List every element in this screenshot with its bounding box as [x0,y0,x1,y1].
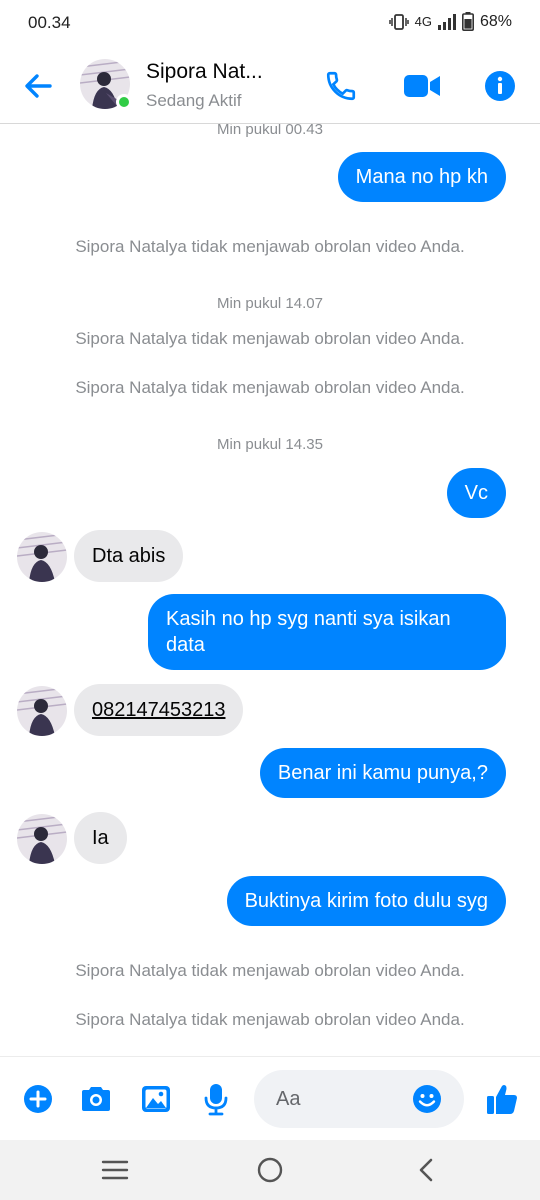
video-call-button[interactable] [402,66,442,106]
status-bar: 00.34 4G 68% [0,0,540,46]
sent-message[interactable]: Benar ini kamu punya,? [259,748,506,798]
timestamp: Min pukul 14.35 [217,436,323,453]
plus-icon [24,1085,52,1113]
thumbs-up-icon [487,1085,517,1114]
vibrate-icon [388,13,409,30]
phone-icon [326,71,356,101]
battery-icon [461,12,474,31]
contact-avatar-small[interactable] [17,814,67,864]
message-input-container[interactable] [254,1070,464,1128]
emoji-icon [413,1085,441,1113]
home-button[interactable] [254,1154,286,1186]
gallery-button[interactable] [138,1081,174,1117]
battery-level: 68% [479,12,512,30]
online-indicator [116,94,132,110]
back-icon [419,1158,433,1182]
recent-apps-button[interactable] [99,1154,131,1186]
voice-call-button[interactable] [321,66,361,106]
missed-video-call-notice: Sipora Natalya tidak menjawab obrolan vi… [75,1010,465,1029]
contact-avatar-small[interactable] [17,686,67,736]
message-list[interactable]: Min pukul 00.43 Mana no hp kh Sipora Nat… [0,124,540,1056]
signal-icon [437,13,456,30]
sent-message[interactable]: Kasih no hp syg nanti sya isikan data [148,594,506,670]
emoji-button[interactable] [412,1084,442,1114]
system-back-button[interactable] [410,1154,442,1186]
more-actions-button[interactable] [20,1081,56,1117]
message-composer [0,1056,540,1140]
video-camera-icon [404,75,440,97]
back-button[interactable] [20,68,56,104]
info-icon [485,71,515,101]
camera-button[interactable] [78,1081,114,1117]
system-navigation-bar [0,1140,540,1200]
status-time: 00.34 [28,13,71,32]
sent-message[interactable]: Buktinya kirim foto dulu syg [226,876,506,926]
contact-avatar-small[interactable] [17,532,67,582]
received-message[interactable]: Dta abis [74,530,184,582]
back-arrow-icon [25,74,52,98]
timestamp: Min pukul 00.43 [217,124,323,138]
home-icon [257,1157,283,1183]
chat-header: Sipora Nat... Sedang Aktif [0,46,540,124]
sent-message[interactable]: Vc [446,468,506,518]
voice-message-button[interactable] [198,1081,234,1117]
message-input[interactable] [276,1084,406,1114]
timestamp: Min pukul 14.07 [217,295,323,312]
sent-message[interactable]: Mana no hp kh [337,152,506,202]
received-message[interactable]: 082147453213 [74,684,244,736]
phone-number-link[interactable]: 082147453213 [92,699,225,721]
status-icons: 4G 68% [388,12,512,31]
conversation-info-button[interactable] [480,66,520,106]
network-type: 4G [414,14,432,29]
missed-video-call-notice: Sipora Natalya tidak menjawab obrolan vi… [75,329,465,348]
camera-icon [82,1087,110,1111]
microphone-icon [204,1084,228,1116]
gallery-icon [142,1086,170,1112]
missed-video-call-notice: Sipora Natalya tidak menjawab obrolan vi… [75,237,465,256]
recent-apps-icon [101,1160,129,1180]
like-button[interactable] [484,1081,520,1117]
contact-name[interactable]: Sipora Nat... [146,60,276,84]
received-message[interactable]: Ia [74,812,127,864]
missed-video-call-notice: Sipora Natalya tidak menjawab obrolan vi… [75,961,465,980]
missed-video-call-notice: Sipora Natalya tidak menjawab obrolan vi… [75,378,465,397]
contact-status: Sedang Aktif [146,91,242,110]
